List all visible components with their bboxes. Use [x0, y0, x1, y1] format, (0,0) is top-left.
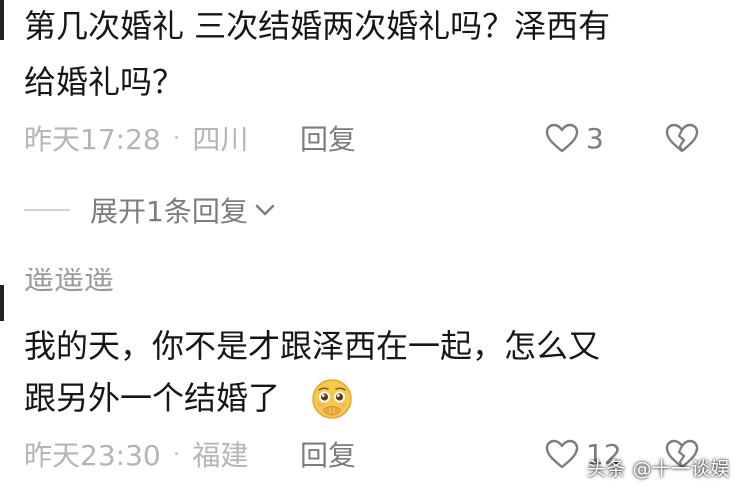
chevron-down-icon — [254, 199, 276, 221]
comment-time: 昨天23:30 — [24, 439, 161, 472]
username-text: 遥遥遥 — [24, 268, 114, 297]
watermark: 头条 @十一谈娱 — [587, 458, 731, 480]
heart-icon — [544, 438, 580, 470]
comment-text-line: 给婚礼吗？ — [24, 63, 185, 101]
pleading-face-emoji — [310, 377, 354, 421]
comment-meta: 昨天17:28 · 四川 回复 3 — [24, 118, 724, 158]
comment-text-line: 跟另外一个结婚了 — [24, 379, 281, 417]
comment-time: 昨天17:28 — [24, 123, 161, 156]
expand-replies[interactable]: 展开1条回复 — [24, 190, 276, 230]
avatar-edge — [0, 0, 4, 40]
reply-button[interactable]: 回复 — [300, 118, 356, 158]
expand-replies-label: 展开1条回复 — [90, 195, 248, 228]
like-count: 3 — [586, 121, 604, 155]
broken-heart-icon — [664, 122, 700, 154]
username[interactable]: 遥遥遥 — [24, 268, 124, 306]
dislike-button[interactable] — [664, 122, 700, 154]
divider — [24, 209, 70, 211]
comment-feed: 第几次婚礼 三次结婚两次婚礼吗？泽西有 给婚礼吗？ 昨天17:28 · 四川 回… — [0, 0, 737, 491]
avatar-edge — [0, 285, 4, 321]
meta-separator: · — [172, 440, 181, 468]
like-button[interactable]: 3 — [544, 122, 604, 155]
comment-text-line: 第几次婚礼 三次结婚两次婚礼吗？泽西有 — [24, 7, 611, 45]
reply-button[interactable]: 回复 — [300, 434, 356, 474]
comment-location: 四川 — [192, 123, 249, 156]
comment-location: 福建 — [192, 439, 249, 472]
meta-separator: · — [172, 124, 181, 152]
comment-text-line: 我的天，你不是才跟泽西在一起，怎么又 — [24, 327, 601, 365]
heart-icon — [544, 122, 580, 154]
